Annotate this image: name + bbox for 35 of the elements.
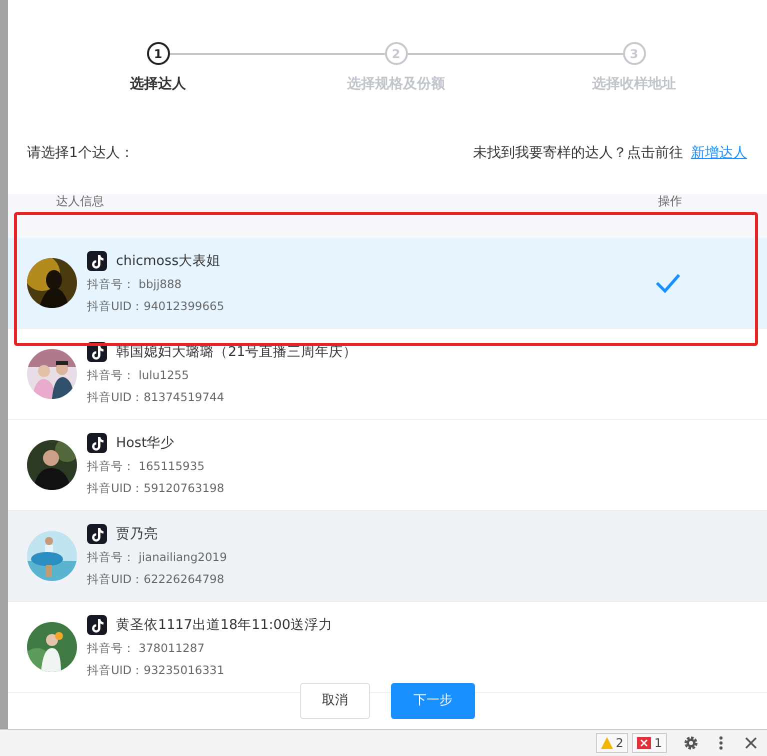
prompt-text: 请选择1个达人：: [27, 144, 134, 162]
close-icon[interactable]: [743, 735, 759, 751]
music-note-icon: [87, 614, 107, 635]
column-header: 操作: [658, 195, 682, 207]
uid-text: 抖音UID：81374519744: [87, 389, 226, 406]
column-header: 达人信息: [56, 195, 104, 207]
account-text: 抖音号： 165115935: [87, 458, 206, 475]
music-note-icon: [87, 250, 107, 271]
hint-text: 未找到我要寄样的达人？点击前往: [473, 144, 683, 162]
step-label: 选择收样地址: [592, 75, 676, 94]
step-label: 选择规格及份额: [347, 74, 445, 94]
account-text: 抖音号： jianailiang2019: [87, 548, 227, 566]
influencer-name: chicmoss大表姐: [116, 252, 221, 271]
uid-text: 抖音UID：59120763198: [87, 480, 224, 498]
error-icon: [637, 735, 652, 751]
account-text: 抖音号： bbjj888: [87, 276, 183, 293]
settings-icon[interactable]: [683, 735, 699, 751]
influencer-name: 黄圣依1117出道18年11:00送浮力: [116, 616, 332, 635]
step-label: 选择达人: [130, 75, 186, 94]
account-text: 抖音号： 378011287: [87, 640, 206, 657]
influencer-name: Host华少: [116, 434, 175, 453]
music-note-icon: [87, 524, 107, 544]
step-number[interactable]: 1: [146, 42, 170, 65]
table-row[interactable]: 贾乃亮 抖音号： jianailiang2019 抖音UID：62226264798: [8, 511, 767, 602]
table-row[interactable]: chicmoss大表姐 抖音号： bbjj888 抖音UID：94012399665: [8, 238, 767, 329]
errors-badge[interactable]: 1: [632, 733, 667, 753]
influencer-name: 贾乃亮: [116, 524, 158, 544]
uid-text: 抖音UID：62226264798: [87, 571, 226, 588]
cancel-button[interactable]: 取消: [300, 683, 370, 719]
music-note-icon: [87, 432, 107, 453]
account-text: 抖音号： lulu1255: [87, 366, 190, 384]
uid-text: 抖音UID：94012399665: [87, 298, 224, 316]
warning-icon: [600, 735, 613, 751]
warnings-badge[interactable]: 2: [596, 733, 628, 753]
uid-text: 抖音UID：93235016331: [87, 662, 226, 680]
